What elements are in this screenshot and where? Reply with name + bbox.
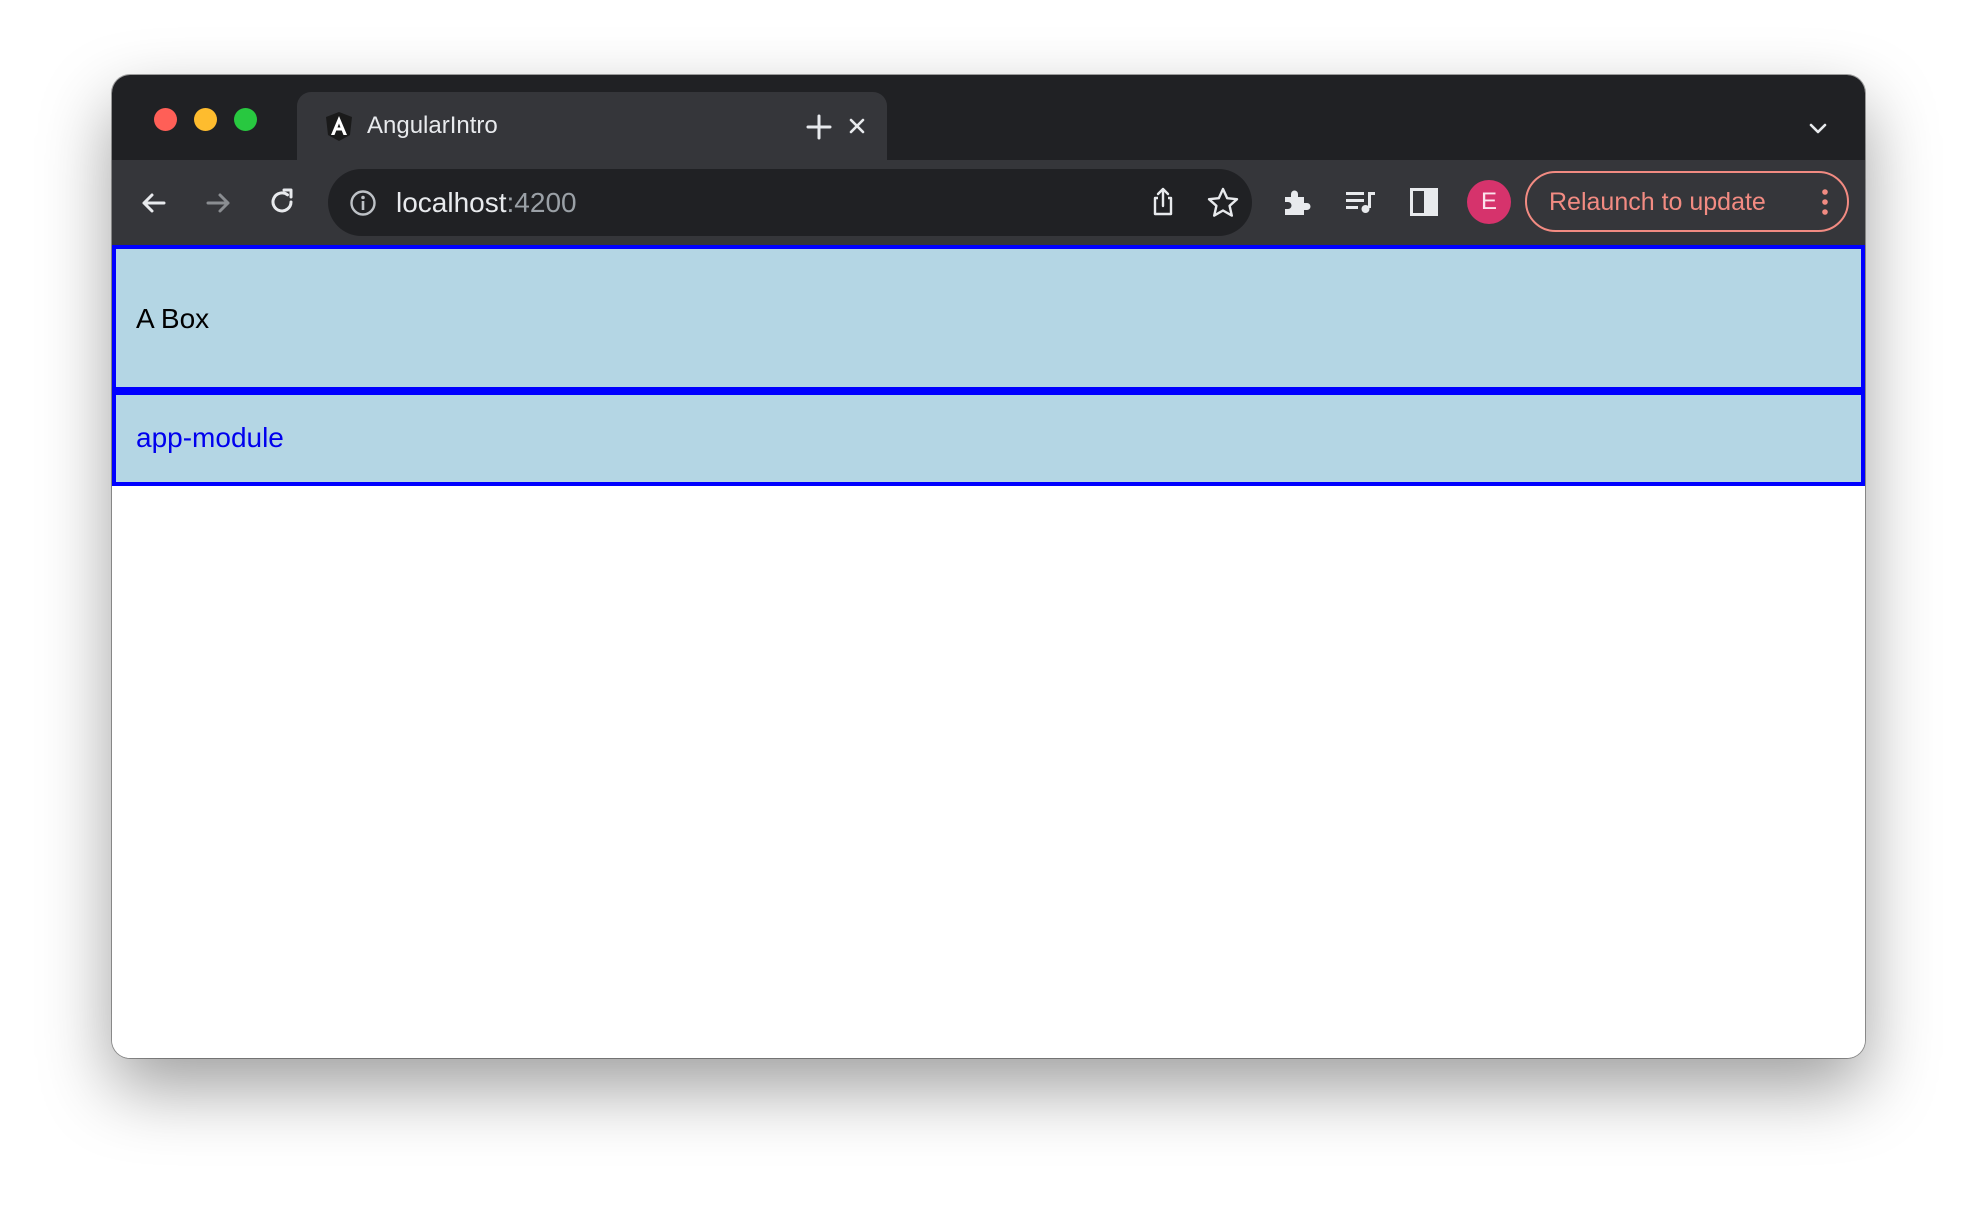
- maximize-window-button[interactable]: [234, 108, 257, 131]
- profile-avatar[interactable]: E: [1467, 180, 1511, 224]
- url-text[interactable]: localhost:4200: [396, 186, 577, 220]
- star-icon[interactable]: [1205, 185, 1241, 221]
- url-host: localhost: [396, 187, 507, 218]
- angular-logo-icon: [326, 112, 352, 141]
- media-queue-icon[interactable]: [1343, 185, 1377, 219]
- page-content: A Box app-module: [112, 245, 1865, 1058]
- browser-window: AngularIntro localhost:4200 E Relaunch t…: [112, 75, 1865, 1058]
- share-icon[interactable]: [1146, 185, 1180, 219]
- minimize-window-button[interactable]: [194, 108, 217, 131]
- relaunch-label: Relaunch to update: [1549, 188, 1766, 216]
- address-bar[interactable]: localhost:4200: [328, 169, 1252, 236]
- side-panel-icon[interactable]: [1407, 185, 1441, 219]
- app-module-text: app-module: [136, 422, 284, 453]
- a-box-text: A Box: [136, 303, 210, 334]
- close-window-button[interactable]: [154, 108, 177, 131]
- tab-title: AngularIntro: [367, 112, 498, 139]
- chevron-down-icon[interactable]: [1805, 115, 1831, 141]
- more-vert-icon[interactable]: [1810, 185, 1840, 219]
- extensions-puzzle-icon[interactable]: [1279, 185, 1313, 219]
- back-arrow-icon[interactable]: [137, 186, 171, 220]
- relaunch-to-update-button[interactable]: Relaunch to update: [1525, 171, 1849, 232]
- tab-angularintro[interactable]: AngularIntro: [297, 92, 887, 160]
- plus-icon[interactable]: [804, 112, 834, 142]
- reload-icon[interactable]: [265, 185, 299, 219]
- info-icon[interactable]: [348, 188, 378, 218]
- app-module-box: app-module: [112, 391, 1865, 486]
- forward-arrow-icon[interactable]: [201, 186, 235, 220]
- url-port: :4200: [506, 187, 577, 218]
- a-box: A Box: [112, 245, 1865, 391]
- close-icon[interactable]: [843, 112, 871, 140]
- tab-strip: AngularIntro: [112, 75, 1865, 160]
